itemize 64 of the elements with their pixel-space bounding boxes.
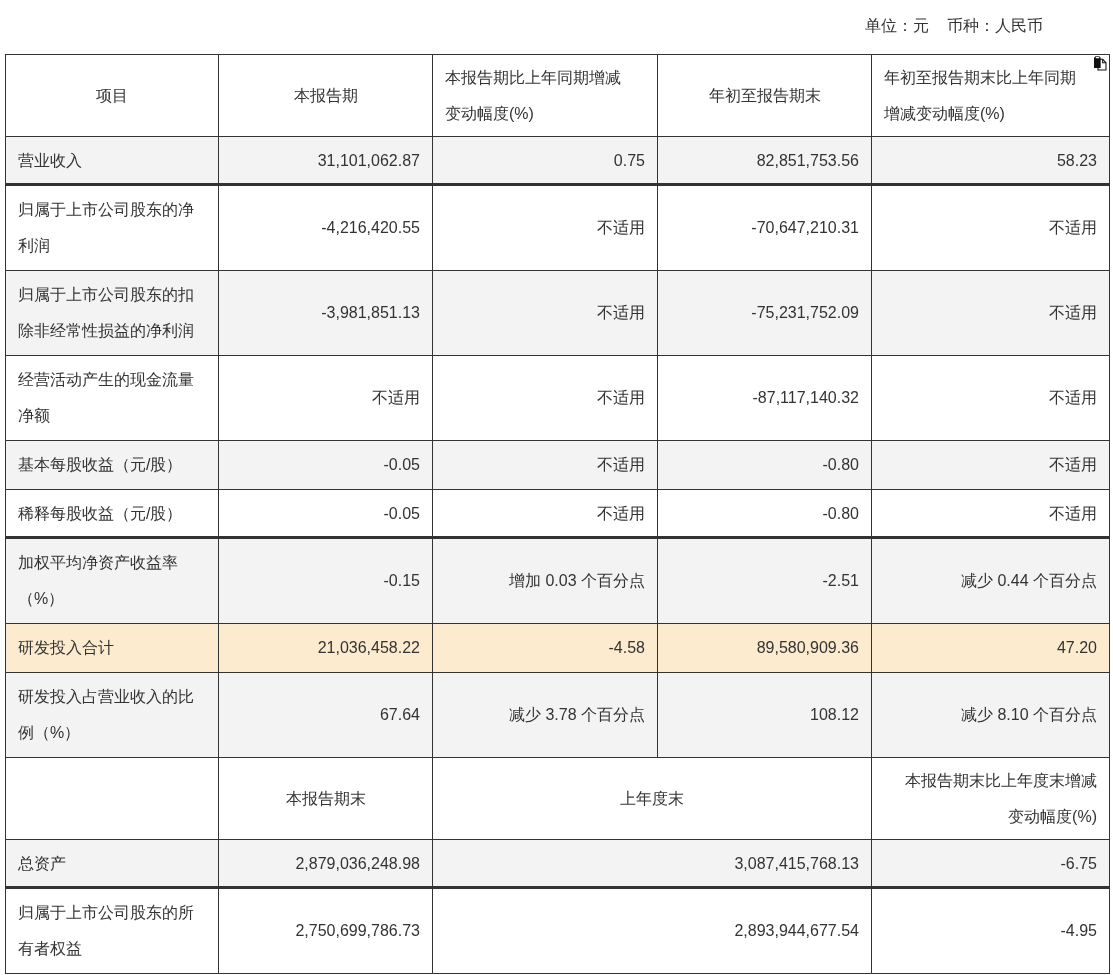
table-cell: 总资产 xyxy=(5,839,219,889)
table-cell: 不适用 xyxy=(871,489,1110,539)
copy-icon[interactable] xyxy=(1092,56,1108,72)
table-cell: 归属于上市公司股东的扣除非经常性损益的净利润 xyxy=(5,270,219,356)
table-cell: 不适用 xyxy=(432,489,658,539)
column-header: 年初至报告期末 xyxy=(657,54,872,137)
table-cell: -87,117,140.32 xyxy=(657,355,872,441)
table-cell: 不适用 xyxy=(871,355,1110,441)
table-cell: 不适用 xyxy=(432,270,658,356)
table-cell: -3,981,851.13 xyxy=(218,270,433,356)
table-cell: 归属于上市公司股东的所有者权益 xyxy=(5,888,219,974)
table-cell: -70,647,210.31 xyxy=(657,185,872,271)
table-cell: -0.05 xyxy=(218,489,433,539)
table-cell: 67.64 xyxy=(218,672,433,758)
table-cell: -4,216,420.55 xyxy=(218,185,433,271)
table-cell: 3,087,415,768.13 xyxy=(432,839,872,889)
column-header: 项目 xyxy=(5,54,219,137)
table-cell: 稀释每股收益（元/股） xyxy=(5,489,219,539)
table-cell: 不适用 xyxy=(432,440,658,490)
table-cell: -0.15 xyxy=(218,538,433,624)
column-header: 本报告期末 xyxy=(218,757,433,840)
table-cell: 不适用 xyxy=(218,355,433,441)
table-cell: 58.23 xyxy=(871,136,1110,186)
table-cell: 31,101,062.87 xyxy=(218,136,433,186)
table-cell: -6.75 xyxy=(871,839,1110,889)
unit-label: 币种：人民币 xyxy=(947,16,1043,36)
table-cell: 21,036,458.22 xyxy=(218,623,433,673)
table-cell: 不适用 xyxy=(432,355,658,441)
table-cell: -2.51 xyxy=(657,538,872,624)
table-cell: 不适用 xyxy=(871,270,1110,356)
table-cell: 加权平均净资产收益率（%） xyxy=(5,538,219,624)
table-cell: 营业收入 xyxy=(5,136,219,186)
table-cell: -0.80 xyxy=(657,440,872,490)
table-cell: 研发投入占营业收入的比例（%） xyxy=(5,672,219,758)
table-cell: 基本每股收益（元/股） xyxy=(5,440,219,490)
table-cell: 89,580,909.36 xyxy=(657,623,872,673)
table-cell: 减少 8.10 个百分点 xyxy=(871,672,1110,758)
table-cell: -0.80 xyxy=(657,489,872,539)
table-cell: 归属于上市公司股东的净利润 xyxy=(5,185,219,271)
column-header: 年初至报告期末比上年同期增减变动幅度(%) xyxy=(871,54,1110,137)
table-cell: 108.12 xyxy=(657,672,872,758)
table-cell: 47.20 xyxy=(871,623,1110,673)
column-header: 本报告期比上年同期增减变动幅度(%) xyxy=(432,54,658,137)
column-header: 上年度末 xyxy=(432,757,872,840)
table-cell: 2,750,699,786.73 xyxy=(218,888,433,974)
table-cell: 减少 3.78 个百分点 xyxy=(432,672,658,758)
table-cell: 0.75 xyxy=(432,136,658,186)
table-cell: 经营活动产生的现金流量净额 xyxy=(5,355,219,441)
table-cell: 2,893,944,677.54 xyxy=(432,888,872,974)
table-cell: 减少 0.44 个百分点 xyxy=(871,538,1110,624)
table-cell: 不适用 xyxy=(871,185,1110,271)
table-cell: 研发投入合计 xyxy=(5,623,219,673)
table-cell: 2,879,036,248.98 xyxy=(218,839,433,889)
table-cell: -4.58 xyxy=(432,623,658,673)
table-cell: -4.95 xyxy=(871,888,1110,974)
table-cell: -75,231,752.09 xyxy=(657,270,872,356)
table-cell: 82,851,753.56 xyxy=(657,136,872,186)
column-header: 本报告期末比上年度末增减变动幅度(%) xyxy=(871,757,1110,840)
unit-label: 单位：元 xyxy=(865,16,929,36)
table-cell: -0.05 xyxy=(218,440,433,490)
column-header: 本报告期 xyxy=(218,54,433,137)
table-cell: 不适用 xyxy=(432,185,658,271)
table-cell: 不适用 xyxy=(871,440,1110,490)
table-cell: 增加 0.03 个百分点 xyxy=(432,538,658,624)
